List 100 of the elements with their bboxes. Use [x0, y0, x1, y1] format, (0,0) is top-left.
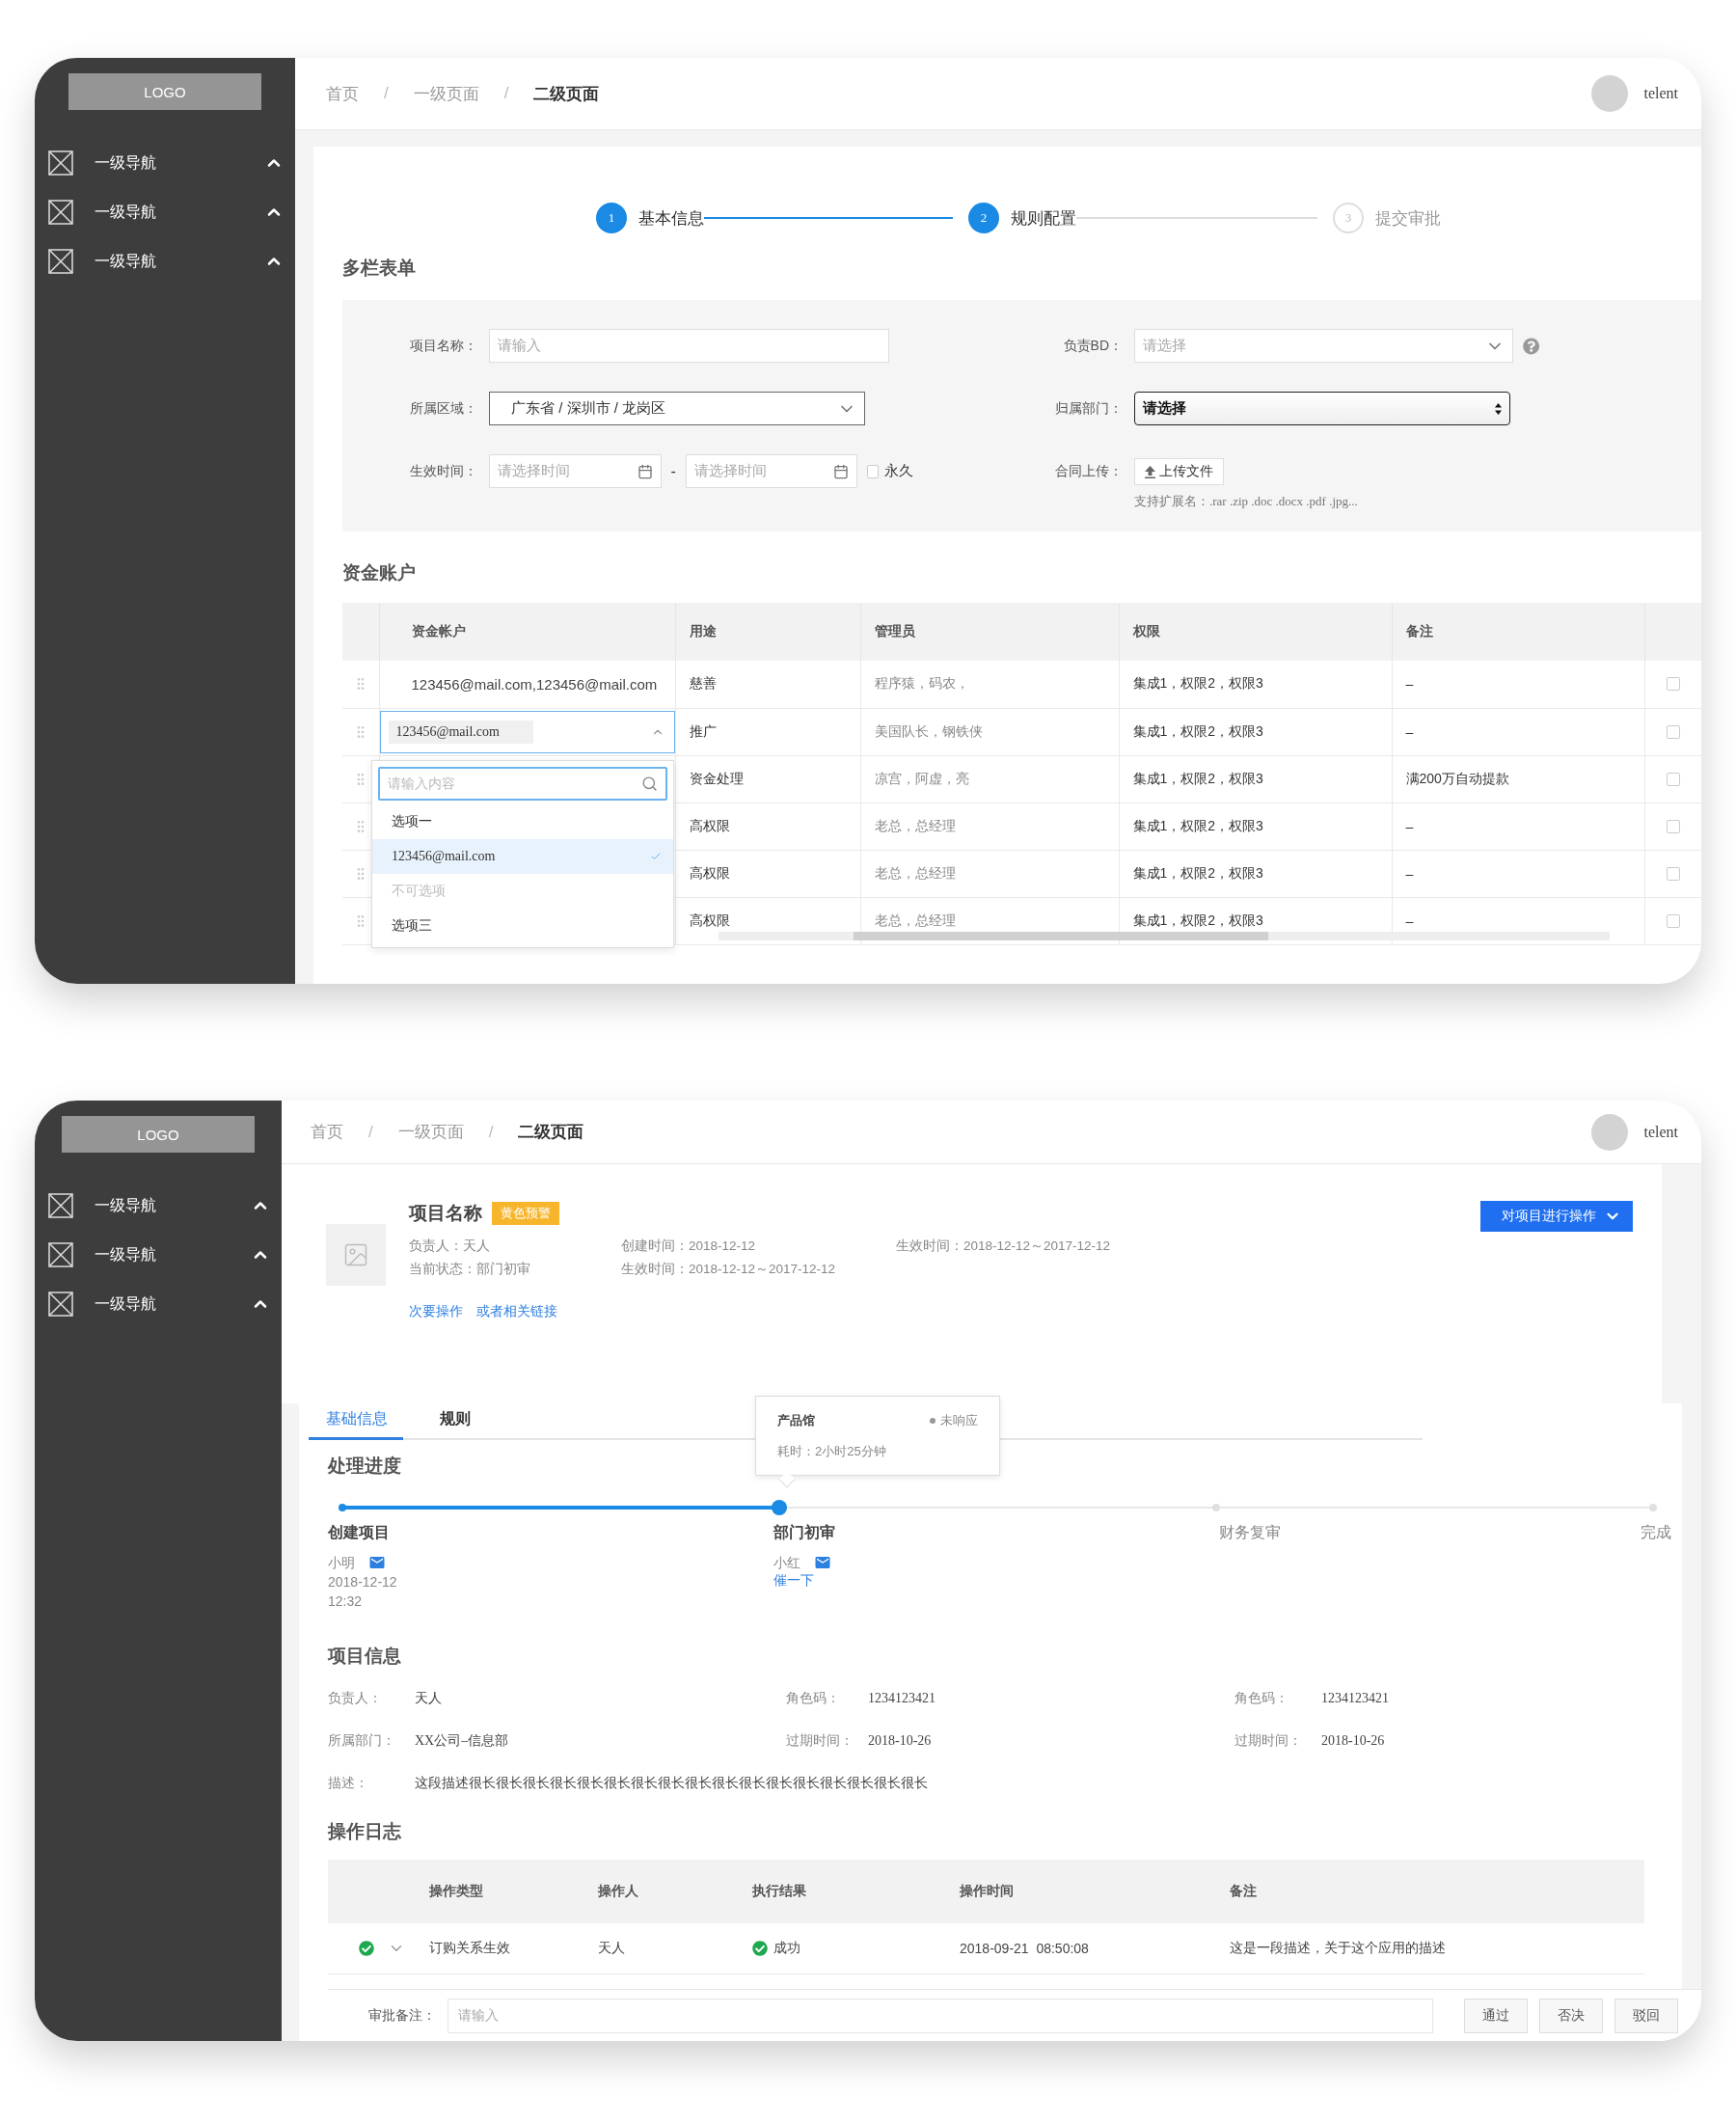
step-label: 财务复审 — [1219, 1523, 1281, 1542]
info-value: 天人 — [415, 1690, 443, 1707]
table-cell: 高权限 — [689, 817, 730, 833]
section-title: 操作日志 — [328, 1820, 402, 1843]
field-label: 生效时间： — [409, 462, 477, 480]
success-icon — [359, 1940, 374, 1956]
scrollbar[interactable] — [719, 931, 1610, 940]
approval-button[interactable]: 通过 — [1464, 1998, 1528, 2033]
section-title: 多栏表单 — [342, 257, 417, 280]
approval-button[interactable]: 否决 — [1539, 1998, 1603, 2033]
success-icon — [752, 1940, 768, 1956]
info-label: 角色码： — [786, 1690, 841, 1707]
checkbox[interactable] — [867, 464, 879, 478]
nav-item[interactable]: 一级导航 — [48, 200, 284, 225]
tab[interactable]: 基础信息 — [309, 1409, 403, 1440]
section-title: 项目信息 — [328, 1645, 402, 1668]
field-label: 项目名称： — [409, 337, 477, 355]
mail-icon[interactable] — [814, 1554, 831, 1571]
step-label: 创建项目 — [328, 1523, 390, 1542]
breadcrumb-separator: / — [488, 1122, 494, 1142]
table-cell: 高权限 — [689, 911, 730, 928]
table-cell: 天人 — [598, 1939, 625, 1955]
table-cell: 高权限 — [689, 864, 730, 881]
checkbox[interactable] — [1666, 772, 1680, 786]
breadcrumb-separator: / — [368, 1122, 373, 1142]
approval-button[interactable]: 驳回 — [1614, 1998, 1678, 2033]
nav-item[interactable]: 一级导航 — [48, 1292, 270, 1317]
table-cell: 慈善 — [689, 675, 717, 692]
info-label: 过期时间： — [1234, 1732, 1303, 1750]
tab[interactable]: 规则 — [422, 1409, 486, 1440]
table-cell: 集成1，权限2，权限3 — [1132, 817, 1263, 833]
step-label: 基本信息 — [638, 207, 704, 230]
field-label: 审批备注： — [368, 2006, 436, 2025]
table-cell: 美国队长，钢铁侠 — [874, 722, 983, 739]
calendar-icon — [637, 463, 653, 479]
cascader-field[interactable]: 广东省 / 深圳市 / 龙岗区 — [489, 392, 865, 425]
checkbox[interactable] — [1666, 913, 1680, 928]
avatar — [1591, 75, 1629, 112]
table-cell: 满200万自动提款 — [1405, 770, 1509, 786]
field-label: 所属区域： — [409, 399, 477, 418]
section-title: 处理进度 — [328, 1455, 402, 1478]
action-link[interactable]: 或者相关链接 — [476, 1303, 557, 1320]
logo: LOGO — [68, 73, 261, 110]
step-label: 提交审批 — [1375, 207, 1441, 230]
table-cell: 集成1，权限2，权限3 — [1132, 770, 1263, 786]
checkbox-label: 永久 — [884, 462, 913, 480]
table-cell: 成功 — [752, 1939, 960, 1957]
nav-item[interactable]: 一级导航 — [48, 1193, 270, 1218]
status-dot — [930, 1418, 936, 1424]
mail-icon[interactable] — [368, 1554, 386, 1571]
dropdown-option[interactable]: 选项一 — [372, 804, 673, 839]
checkbox[interactable] — [1666, 724, 1680, 739]
column-header: 用途 — [675, 603, 860, 661]
table-cell: – — [1405, 723, 1414, 740]
nav-item[interactable]: 一级导航 — [48, 249, 284, 274]
info-label: 负责人： — [328, 1690, 383, 1707]
column-header: 操作人 — [598, 1860, 752, 1923]
table-cell: – — [1405, 912, 1414, 929]
info-value: 2018-10-26 — [1321, 1733, 1386, 1749]
checkbox[interactable] — [1666, 677, 1680, 692]
checkbox[interactable] — [1666, 819, 1680, 833]
step-label: 部门初审 — [773, 1523, 835, 1542]
dropdown-option[interactable]: 123456@mail.com — [372, 839, 673, 874]
remind-link[interactable]: 催一下 — [773, 1572, 814, 1590]
info-value: XX公司–信息部 — [415, 1732, 510, 1750]
upload-button[interactable]: 上传文件 — [1134, 458, 1224, 485]
breadcrumb-current: 二级页面 — [518, 1122, 584, 1143]
action-button[interactable]: 对项目进行操作 — [1480, 1201, 1633, 1232]
action-link[interactable]: 次要操作 — [409, 1303, 463, 1320]
nav-item[interactable]: 一级导航 — [48, 150, 284, 176]
upload-hint: 支持扩展名：.rar .zip .doc .docx .pdf .jpg... — [1134, 493, 1358, 510]
dropdown-option[interactable]: 选项三 — [372, 909, 673, 943]
avatar — [1591, 1113, 1629, 1151]
info-label: 角色码： — [1234, 1690, 1289, 1707]
select-field[interactable]: 请选择 — [1134, 392, 1510, 425]
search-icon — [641, 775, 658, 792]
table-cell: 集成1，权限2，权限3 — [1132, 675, 1263, 692]
column-header: 资金帐户 — [379, 603, 675, 661]
help-icon[interactable] — [1522, 337, 1539, 355]
checkbox[interactable] — [1666, 866, 1680, 881]
select-field[interactable]: 123456@mail.com — [379, 710, 675, 753]
field-label: 负责BD： — [1062, 337, 1123, 355]
info-label: 描述： — [328, 1775, 369, 1792]
info-label: 过期时间： — [786, 1732, 854, 1750]
popover-title: 产品馆 — [777, 1412, 815, 1429]
check-icon — [650, 851, 662, 862]
placeholder-icon — [48, 150, 73, 176]
info-value: 1234123421 — [868, 1691, 936, 1706]
step-label: 完成 — [1641, 1523, 1671, 1542]
table-cell: 集成1，权限2，权限3 — [1132, 722, 1263, 739]
step-number: 1 — [596, 203, 627, 233]
user-name: telent — [1643, 1123, 1678, 1141]
placeholder-icon — [48, 1242, 73, 1267]
warning-badge: 黄色预警 — [492, 1202, 559, 1225]
nav-item[interactable]: 一级导航 — [48, 1242, 270, 1267]
image-icon — [342, 1241, 369, 1268]
meta-text: 创建时间：2018-12-12 — [621, 1238, 757, 1255]
column-header: 执行结果 — [752, 1860, 960, 1923]
table-cell: 集成1，权限2，权限3 — [1132, 911, 1263, 928]
status-text: 未响应 — [930, 1412, 978, 1429]
